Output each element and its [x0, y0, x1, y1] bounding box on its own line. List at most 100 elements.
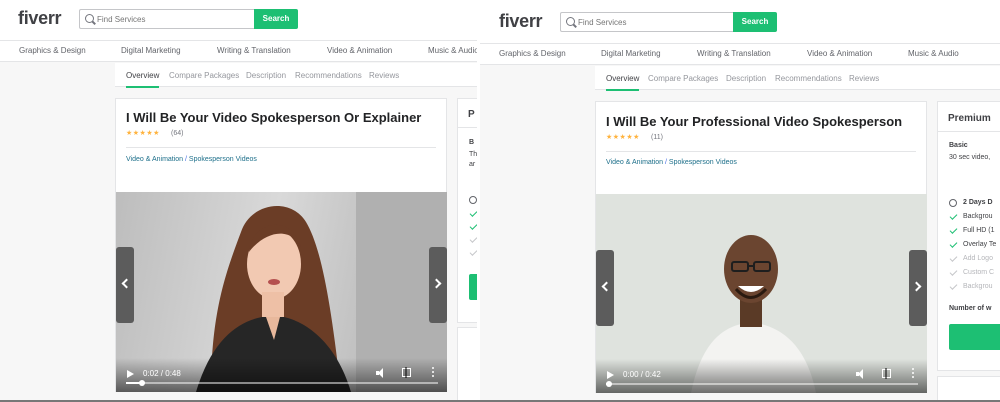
check-icon — [949, 268, 958, 276]
gig-subnav: Overview Compare Packages Description Re… — [595, 66, 1000, 91]
video-player[interactable]: 0:00 / 0:42 — [596, 194, 927, 393]
more-options-icon[interactable] — [912, 368, 914, 379]
site-header: fiverr Search — [480, 0, 1000, 43]
tab-reviews[interactable]: Reviews — [369, 71, 399, 80]
search-box[interactable] — [79, 9, 254, 29]
check-icon — [469, 248, 477, 256]
tab-overview[interactable]: Overview — [606, 74, 640, 91]
search-icon — [566, 17, 575, 26]
category-graphics-design[interactable]: Graphics & Design — [499, 49, 566, 58]
feature-label: Full HD (1 — [963, 227, 995, 234]
check-icon — [949, 226, 958, 234]
chevron-left-icon — [121, 278, 132, 289]
category-digital-marketing[interactable]: Digital Marketing — [601, 49, 661, 58]
package-description-2: ar — [469, 161, 476, 168]
video-progress-bar[interactable] — [126, 380, 438, 386]
category-writing-translation[interactable]: Writing & Translation — [697, 49, 771, 58]
tab-reviews[interactable]: Reviews — [849, 74, 879, 83]
rating-count[interactable]: (64) — [171, 130, 183, 137]
video-progress-bar[interactable] — [606, 381, 918, 387]
chevron-right-icon — [431, 278, 442, 289]
volume-icon[interactable] — [856, 369, 866, 379]
video-player[interactable]: 0:02 / 0:48 — [116, 192, 447, 392]
fiverr-logo[interactable]: fiverr — [499, 11, 543, 32]
tab-overview[interactable]: Overview — [126, 71, 160, 88]
clock-icon — [949, 199, 957, 207]
breadcrumb-video-animation[interactable]: Video & Animation — [606, 159, 663, 166]
next-slide-button[interactable] — [909, 250, 927, 326]
category-music-audio[interactable]: Music & Audio — [428, 46, 477, 55]
category-graphics-design[interactable]: Graphics & Design — [19, 46, 86, 55]
tab-description[interactable]: Description — [726, 74, 766, 83]
gig-title: I Will Be Your Professional Video Spokes… — [606, 114, 903, 129]
check-icon — [949, 212, 958, 220]
left-screenshot: fiverr Search Graphics & Design Digital … — [0, 0, 477, 402]
tab-compare-packages[interactable]: Compare Packages — [169, 71, 239, 80]
gig-subnav: Overview Compare Packages Description Re… — [115, 63, 477, 88]
volume-icon[interactable] — [376, 368, 386, 378]
gig-overview-card: I Will Be Your Video Spokesperson Or Exp… — [115, 98, 447, 392]
category-bar: Graphics & Design Digital Marketing Writ… — [480, 43, 1000, 65]
category-video-animation[interactable]: Video & Animation — [807, 49, 872, 58]
check-icon — [469, 235, 477, 243]
fullscreen-icon[interactable] — [402, 367, 411, 378]
video-time: 0:02 / 0:48 — [143, 369, 181, 378]
video-progress-thumb[interactable] — [606, 381, 613, 387]
continue-button[interactable] — [469, 274, 477, 300]
prev-slide-button[interactable] — [116, 247, 134, 323]
search-icon — [85, 14, 94, 23]
check-icon — [949, 282, 958, 290]
chevron-left-icon — [601, 281, 612, 292]
category-music-audio[interactable]: Music & Audio — [908, 49, 959, 58]
site-header: fiverr Search — [0, 0, 477, 40]
breadcrumb-spokesperson-videos[interactable]: Spokesperson Videos — [669, 159, 737, 166]
search-button[interactable]: Search — [254, 9, 298, 29]
divider — [458, 127, 477, 128]
category-video-animation[interactable]: Video & Animation — [327, 46, 392, 55]
fullscreen-icon[interactable] — [882, 368, 891, 379]
feature-label: Backgrou — [963, 283, 993, 290]
check-icon — [949, 240, 958, 248]
package-tab-premium[interactable]: Premium — [948, 113, 991, 124]
breadcrumb-spokesperson-videos[interactable]: Spokesperson Videos — [189, 156, 257, 163]
next-slide-button[interactable] — [429, 247, 447, 323]
continue-button[interactable] — [949, 324, 1000, 350]
play-icon[interactable] — [127, 370, 134, 378]
clock-icon — [469, 196, 477, 204]
fiverr-logo[interactable]: fiverr — [18, 8, 62, 29]
tab-description[interactable]: Description — [246, 71, 286, 80]
contact-card — [937, 376, 1000, 402]
package-card: P B Th ar — [457, 98, 477, 323]
package-description: 30 sec video, — [949, 154, 991, 161]
tab-compare-packages[interactable]: Compare Packages — [648, 74, 718, 83]
chevron-right-icon — [911, 281, 922, 292]
more-options-icon[interactable] — [432, 367, 434, 378]
category-digital-marketing[interactable]: Digital Marketing — [121, 46, 181, 55]
feature-label: Custom C — [963, 269, 995, 276]
video-progress-thumb[interactable] — [138, 380, 145, 386]
tab-recommendations[interactable]: Recommendations — [295, 71, 362, 80]
gig-overview-card: I Will Be Your Professional Video Spokes… — [595, 101, 927, 393]
breadcrumb-video-animation[interactable]: Video & Animation — [126, 156, 183, 163]
search-button[interactable]: Search — [733, 12, 777, 32]
check-icon — [949, 254, 958, 262]
tab-recommendations[interactable]: Recommendations — [775, 74, 842, 83]
feature-label: Overlay Te — [963, 241, 997, 248]
breadcrumb: Video & Animation / Spokesperson Videos — [606, 159, 737, 166]
divider — [126, 147, 436, 148]
search-box[interactable] — [560, 12, 733, 32]
contact-card — [457, 327, 477, 402]
feature-label: Backgrou — [963, 213, 993, 220]
video-controls: 0:02 / 0:48 — [116, 358, 447, 392]
check-icon — [469, 209, 477, 217]
rating-count[interactable]: (11) — [651, 134, 663, 141]
video-time: 0:00 / 0:42 — [623, 370, 661, 379]
prev-slide-button[interactable] — [596, 250, 614, 326]
search-input[interactable] — [578, 13, 728, 31]
video-controls: 0:00 / 0:42 — [596, 359, 927, 393]
search-input[interactable] — [97, 10, 247, 28]
package-description: Th — [469, 151, 477, 158]
play-icon[interactable] — [607, 371, 614, 379]
category-writing-translation[interactable]: Writing & Translation — [217, 46, 291, 55]
package-tab-label[interactable]: P — [468, 109, 475, 120]
